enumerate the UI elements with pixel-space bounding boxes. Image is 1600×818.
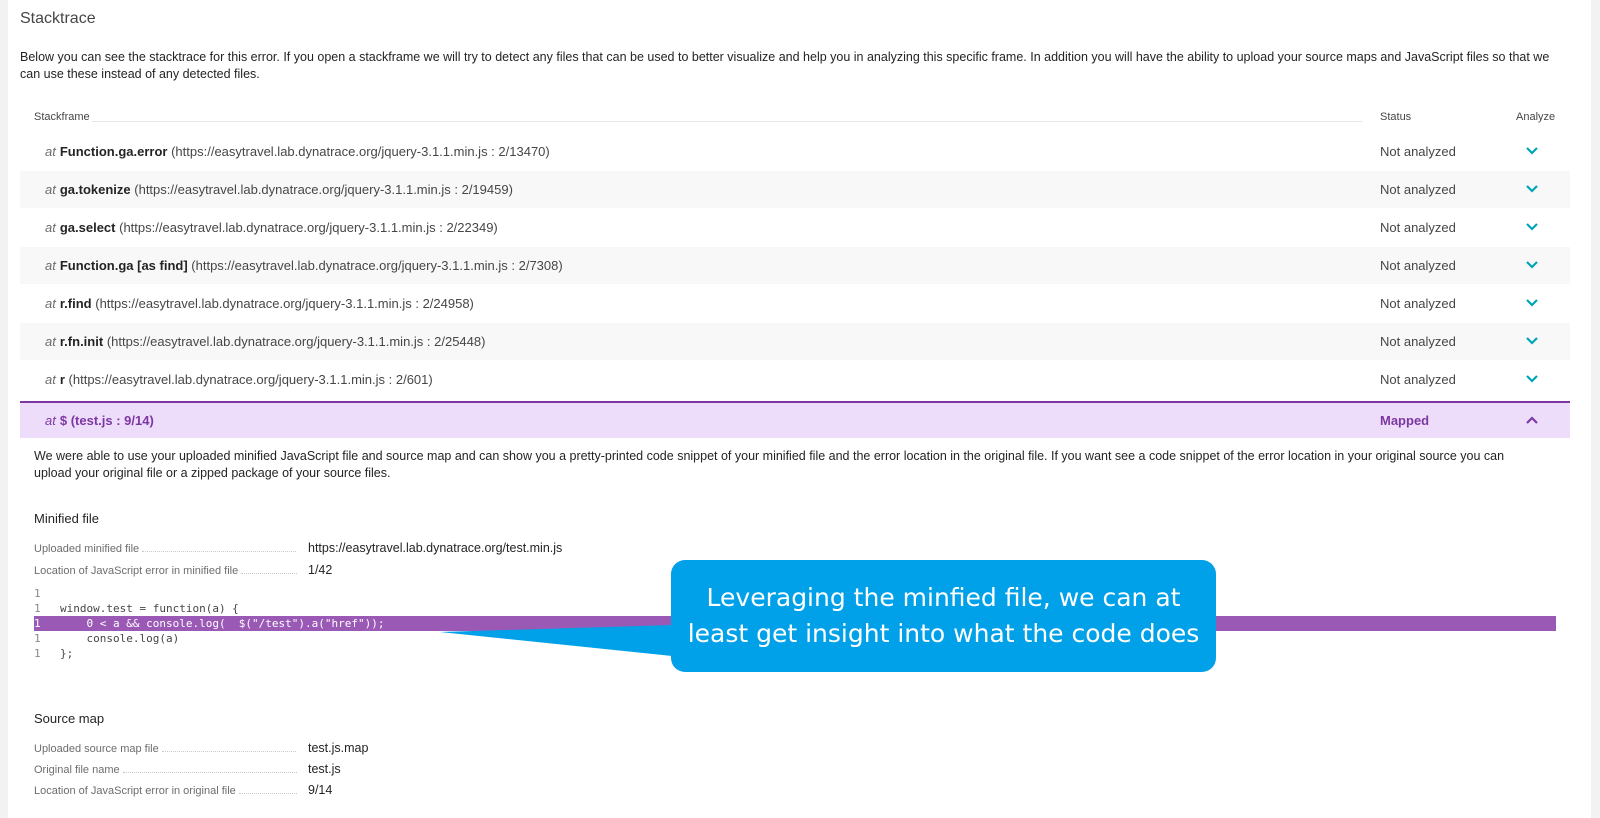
uploaded-source-map-value: test.js.map <box>308 741 369 755</box>
stackframe-text: at r.find (https://easytravel.lab.dynatra… <box>45 285 474 322</box>
stackframe-text: at ga.select (https://easytravel.lab.dyna… <box>45 209 498 246</box>
label-text: Uploaded minified file <box>34 543 140 555</box>
minified-location-value: 1/42 <box>308 563 333 577</box>
status-text: Not analyzed <box>1380 372 1456 387</box>
status-text: Not analyzed <box>1380 296 1456 311</box>
chevron-up-icon[interactable] <box>1525 414 1539 426</box>
function-name: r <box>59 372 65 387</box>
frame-location: (https://easytravel.lab.dynatrace.org/jq… <box>95 296 474 311</box>
stackframe-row[interactable]: at ga.tokenize (https://easytravel.lab.dy… <box>20 171 1570 208</box>
function-name: $ <box>59 413 68 428</box>
callout-line-1: Leveraging the minfied file, we can at <box>706 583 1181 612</box>
at-label: at <box>45 413 56 428</box>
function-name: ga.select <box>59 220 116 235</box>
status-text: Not analyzed <box>1380 144 1456 159</box>
function-name: ga.tokenize <box>59 182 131 197</box>
original-file-name-value: test.js <box>308 762 341 776</box>
line-source: }; <box>60 647 74 660</box>
frame-location: (https://easytravel.lab.dynatrace.org/jq… <box>171 144 550 159</box>
stackframe-text: at r.fn.init (https://easytravel.lab.dyna… <box>45 323 485 360</box>
label-text: Location of JavaScript error in original… <box>34 785 236 797</box>
chevron-down-icon[interactable] <box>1525 373 1539 385</box>
original-file-name-label: Original file name <box>34 764 297 776</box>
column-header-analyze: Analyze <box>1516 111 1556 123</box>
line-number: 1 <box>34 647 41 660</box>
chevron-down-icon[interactable] <box>1525 183 1539 195</box>
at-label: at <box>45 144 56 159</box>
line-source: window.test = function(a) { <box>60 602 239 615</box>
function-name: r.fn.init <box>59 334 104 349</box>
at-label: at <box>45 334 56 349</box>
chevron-down-icon[interactable] <box>1525 145 1539 157</box>
label-text: Location of JavaScript error in minified… <box>34 565 239 577</box>
status-text: Not analyzed <box>1380 220 1456 235</box>
intro-text: Below you can see the stacktrace for thi… <box>20 50 1550 81</box>
line-source: 0 < a && console.log( $("/test").a("href… <box>60 617 385 630</box>
frame-location: (https://easytravel.lab.dynatrace.org/jq… <box>68 372 433 387</box>
frame-location: (https://easytravel.lab.dynatrace.org/jq… <box>134 182 513 197</box>
function-name: Function.ga.error <box>59 144 168 159</box>
callout-line-2: least get insight into what the code doe… <box>687 619 1200 648</box>
chevron-down-icon[interactable] <box>1525 259 1539 271</box>
chevron-down-icon[interactable] <box>1525 297 1539 309</box>
mapping-description: We were able to use your uploaded minifi… <box>34 449 1505 480</box>
column-header-stackframe: Stackframe <box>34 111 90 123</box>
page-title: Stacktrace <box>20 10 96 27</box>
stackframe-row[interactable]: at r.fn.init (https://easytravel.lab.dyna… <box>20 323 1570 360</box>
function-name: r.find <box>59 296 92 311</box>
leader-dots <box>241 573 297 574</box>
minified-file-title: Minified file <box>34 511 100 526</box>
label-text: Uploaded source map file <box>34 743 159 755</box>
original-location-value: 9/14 <box>308 783 333 797</box>
status-mapped: Mapped <box>1380 413 1430 428</box>
chevron-down-icon[interactable] <box>1525 221 1539 233</box>
stackframe-text: at r (https://easytravel.lab.dynatrace.or… <box>45 361 433 398</box>
stackframe-text: at ga.tokenize (https://easytravel.lab.dy… <box>45 171 513 208</box>
chevron-down-icon[interactable] <box>1525 335 1539 347</box>
line-number: 1 <box>34 587 41 600</box>
stackframe-row[interactable]: at Function.ga.error (https://easytravel.… <box>20 133 1570 170</box>
status-text: Not analyzed <box>1380 258 1456 273</box>
frame-location: (https://easytravel.lab.dynatrace.org/jq… <box>191 258 563 273</box>
uploaded-source-map-label: Uploaded source map file <box>34 743 297 755</box>
stackframe-row[interactable]: at ga.select (https://easytravel.lab.dyna… <box>20 209 1570 246</box>
uploaded-minified-value: https://easytravel.lab.dynatrace.org/tes… <box>308 541 563 555</box>
stackframe-row[interactable]: at Function.ga [as find] (https://easytra… <box>20 247 1570 284</box>
frame-location: (https://easytravel.lab.dynatrace.org/jq… <box>119 220 498 235</box>
stackframe-text: at $ (test.js : 9/14) <box>45 403 154 438</box>
original-location-label: Location of JavaScript error in original… <box>34 785 297 797</box>
leader-dots <box>142 551 297 552</box>
line-number: 1 <box>34 617 41 630</box>
line-number: 1 <box>34 632 41 645</box>
function-name: Function.ga [as find] <box>59 258 188 273</box>
at-label: at <box>45 258 56 273</box>
line-number: 1 <box>34 602 41 615</box>
frame-location: (https://easytravel.lab.dynatrace.org/jq… <box>106 334 486 349</box>
stackframe-row-mapped[interactable]: at $ (test.js : 9/14) Mapped <box>20 401 1570 438</box>
leader-dots <box>238 793 297 794</box>
column-header-status: Status <box>1380 111 1412 123</box>
line-source: console.log(a) <box>60 632 180 645</box>
status-text: Not analyzed <box>1380 334 1456 349</box>
status-text: Not analyzed <box>1380 182 1456 197</box>
label-text: Original file name <box>34 764 120 776</box>
stackframe-row[interactable]: at r.find (https://easytravel.lab.dynatra… <box>20 285 1570 322</box>
header-divider <box>92 121 1362 122</box>
stackframe-row[interactable]: at r (https://easytravel.lab.dynatrace.or… <box>20 361 1570 398</box>
at-label: at <box>45 220 56 235</box>
minified-location-label: Location of JavaScript error in minified… <box>34 565 297 577</box>
at-label: at <box>45 296 56 311</box>
leader-dots <box>161 751 297 752</box>
source-map-title: Source map <box>34 711 105 726</box>
annotation-callout: Leveraging the minfied file, we can at l… <box>671 560 1216 672</box>
at-label: at <box>45 372 56 387</box>
leader-dots <box>122 772 297 773</box>
frame-location: (test.js : 9/14) <box>70 413 154 428</box>
uploaded-minified-label: Uploaded minified file <box>34 543 297 555</box>
stackframe-text: at Function.ga [as find] (https://easytra… <box>45 247 563 284</box>
stackframe-text: at Function.ga.error (https://easytravel.… <box>45 133 550 170</box>
at-label: at <box>45 182 56 197</box>
